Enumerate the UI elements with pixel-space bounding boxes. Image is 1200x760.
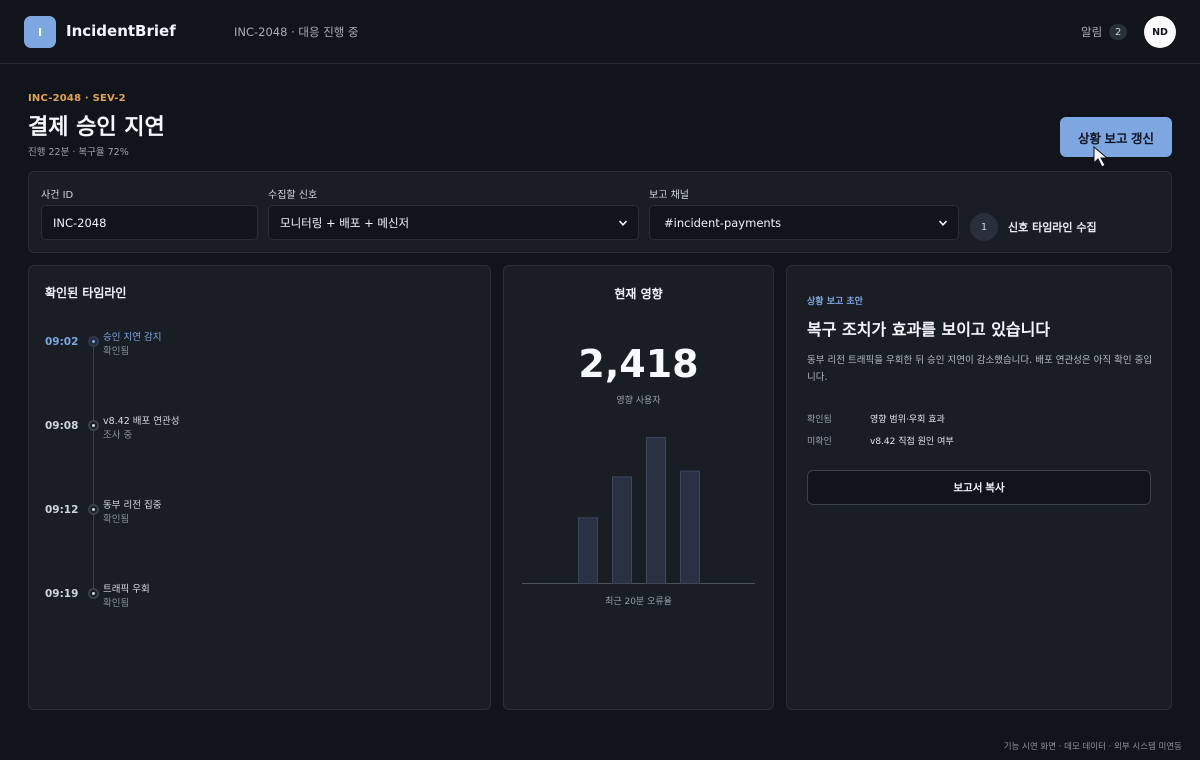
report-kicker: 상황 보고 초안	[807, 297, 863, 307]
timeline-event-title[interactable]: 승인 지연 감지	[103, 329, 161, 343]
channel-select[interactable]: #incident-payments	[649, 205, 959, 240]
notifications-button[interactable]: 알림 2	[1081, 24, 1128, 40]
incident-status: INC-2048 · 대응 진행 중	[234, 25, 359, 39]
app-name[interactable]: IncidentBrief	[66, 22, 176, 40]
incident-id-field[interactable]: INC-2048	[41, 205, 258, 240]
signals-select[interactable]: 모니터링 + 배포 + 메신저	[268, 205, 639, 240]
timeline-connector	[93, 342, 94, 594]
timeline-time: 09:02	[45, 336, 79, 348]
timeline-dot	[88, 588, 99, 599]
timeline-dot	[88, 504, 99, 515]
footer-note: 기능 시연 화면 · 데모 데이터 · 외부 시스템 미연동	[1003, 742, 1182, 752]
chart-bar	[646, 437, 666, 584]
notifications-count-badge: 2	[1109, 24, 1128, 40]
incident-id-label: 사건 ID	[41, 190, 74, 201]
report-card: 상황 보고 초안 복구 조치가 효과를 보이고 있습니다 동부 리전 트래픽을 …	[786, 265, 1172, 710]
incident-input-panel: 사건 ID INC-2048 수집할 신호 모니터링 + 배포 + 메신저 보고…	[28, 171, 1172, 253]
chevron-down-icon	[938, 220, 948, 226]
timeline-title: 확인된 타임라인	[45, 286, 127, 300]
timeline-event-title[interactable]: v8.42 배포 연관성	[103, 413, 180, 427]
chart-caption: 최근 20분 오류율	[605, 597, 672, 607]
confirmed-key: 확인됨	[807, 415, 832, 425]
channel-value: #incident-payments	[664, 215, 782, 230]
chart-bar	[578, 517, 598, 584]
unconfirmed-value: v8.42 직접 원인 여부	[870, 437, 954, 447]
page-subtitle: 진행 22분 · 복구율 72%	[28, 147, 129, 158]
notifications-label: 알림	[1081, 25, 1103, 39]
timeline-time: 09:19	[45, 588, 79, 600]
timeline-event-title[interactable]: 트래픽 우회	[103, 581, 150, 595]
channel-label: 보고 채널	[649, 190, 689, 201]
mouse-cursor-icon	[1093, 146, 1109, 168]
timeline-event-status: 조사 중	[103, 430, 133, 441]
step-number-badge: 1	[970, 213, 998, 241]
user-avatar[interactable]: ND	[1144, 16, 1176, 48]
confirmed-value: 영향 범위·우회 효과	[870, 415, 945, 425]
timeline-dot	[88, 420, 99, 431]
chart-bar	[680, 470, 700, 584]
timeline-dot	[88, 336, 99, 347]
timeline-time: 09:08	[45, 420, 79, 432]
signals-label: 수집할 신호	[268, 190, 318, 201]
top-bar: I IncidentBrief INC-2048 · 대응 진행 중 알림 2 …	[0, 0, 1200, 64]
app-logo[interactable]: I	[24, 16, 56, 48]
page-title: 결제 승인 지연	[28, 115, 165, 140]
chart-bar	[612, 476, 632, 584]
impact-card: 현재 영향 2,418 영향 사용자 최근 20분 오류율	[503, 265, 774, 710]
update-status-report-button[interactable]: 상황 보고 갱신	[1060, 117, 1172, 157]
timeline-event-status: 확인됨	[103, 514, 130, 525]
incident-id-value: INC-2048	[53, 215, 107, 230]
timeline-time: 09:12	[45, 504, 79, 516]
report-body: 동부 리전 트래픽을 우회한 뒤 승인 지연이 감소했습니다. 배포 연관성은 …	[807, 355, 1153, 383]
incident-severity-kicker: INC-2048 · SEV-2	[28, 93, 126, 104]
step-label: 신호 타임라인 수집	[1008, 221, 1097, 234]
timeline-event-status: 확인됨	[103, 598, 130, 609]
chevron-down-icon	[618, 220, 628, 226]
copy-report-button[interactable]: 보고서 복사	[807, 470, 1151, 505]
timeline-event-title[interactable]: 동부 리전 집중	[103, 497, 161, 511]
timeline-event-status: 확인됨	[103, 346, 130, 357]
signals-value: 모니터링 + 배포 + 메신저	[280, 215, 410, 230]
timeline-card: 확인된 타임라인 09:02 승인 지연 감지 확인됨 09:08 v8.42 …	[28, 265, 491, 710]
unconfirmed-key: 미확인	[807, 437, 832, 447]
error-rate-chart	[522, 437, 755, 584]
report-headline: 복구 조치가 효과를 보이고 있습니다	[807, 320, 1051, 339]
